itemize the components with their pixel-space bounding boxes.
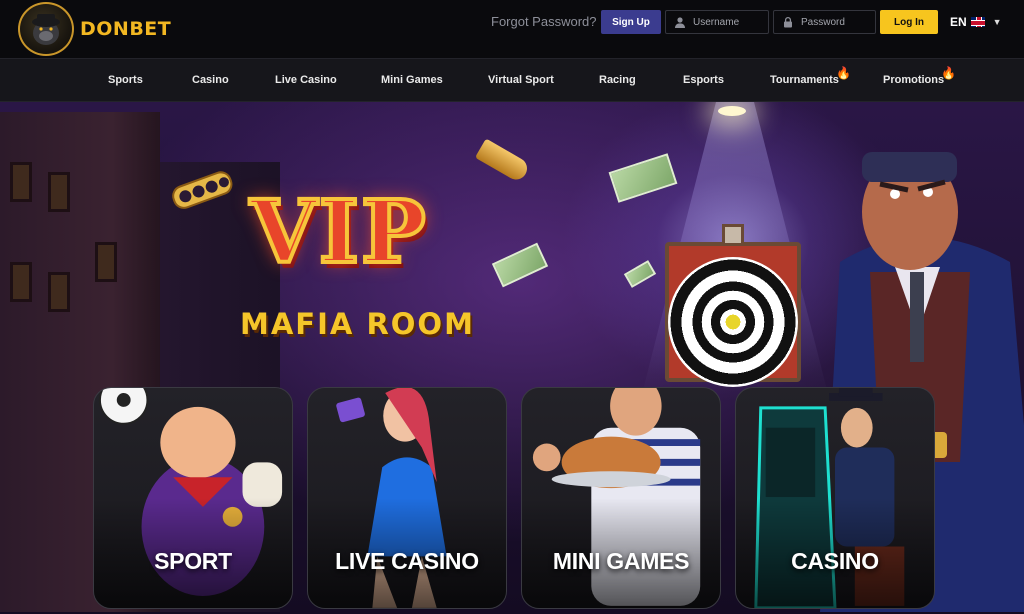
category-label: SPORT [154, 548, 232, 574]
target-icon [722, 224, 744, 246]
nav-item-virtual-sport[interactable]: Virtual Sport [488, 74, 554, 86]
fire-icon: 🔥 [941, 66, 956, 80]
main-nav: Sports Casino Live Casino Mini Games Vir… [0, 58, 1024, 102]
nav-item-casino[interactable]: Casino [192, 74, 229, 86]
money-icon [608, 153, 678, 203]
logo-emblem [18, 2, 74, 56]
fire-icon: 🔥 [836, 66, 851, 80]
gorilla-icon [32, 14, 60, 45]
hero-subtitle: MAFIA ROOM [240, 307, 475, 341]
sign-up-button[interactable]: Sign Up [601, 10, 661, 34]
lamp-icon [718, 106, 746, 116]
nav-item-live-casino[interactable]: Live Casino [275, 74, 337, 86]
dartboard-icon [668, 257, 798, 387]
category-label: LIVE CASINO [335, 548, 479, 574]
nav-item-label: Tournaments [770, 74, 839, 86]
money-icon [623, 260, 657, 288]
nav-item-mini-games[interactable]: Mini Games [381, 74, 443, 86]
password-field[interactable] [773, 10, 876, 34]
nav-item-sports[interactable]: Sports [108, 74, 143, 86]
hero-banner[interactable]: VIP MAFIA ROOM SPORT LIVE CASINO MINI GA… [0, 102, 1024, 614]
nav-item-label: Promotions [883, 74, 945, 86]
category-label: CASINO [791, 548, 879, 574]
language-code: EN [950, 15, 967, 29]
category-card-mini-games[interactable]: MINI GAMES [521, 387, 721, 609]
category-card-sport[interactable]: SPORT [93, 387, 293, 609]
money-icon [491, 242, 549, 288]
username-field[interactable] [665, 10, 769, 34]
bullet-icon [474, 138, 532, 184]
category-card-live-casino[interactable]: LIVE CASINO [307, 387, 507, 609]
log-in-button[interactable]: Log In [880, 10, 938, 34]
logo[interactable]: DONBET [18, 2, 171, 56]
chevron-down-icon: ▼ [992, 17, 1002, 27]
uk-flag-icon [970, 17, 985, 27]
password-input[interactable] [801, 16, 871, 28]
language-selector[interactable]: EN ▼ [950, 15, 1002, 29]
category-label: MINI GAMES [552, 548, 690, 574]
nav-item-esports[interactable]: Esports [683, 74, 724, 86]
forgot-password-link[interactable]: Forgot Password? [491, 14, 597, 29]
brass-knuckles-icon [172, 171, 233, 209]
user-icon [675, 17, 685, 28]
hero-title: VIP [248, 182, 428, 283]
username-input[interactable] [693, 16, 763, 28]
brand-name: DONBET [80, 18, 172, 40]
top-bar: DONBET Forgot Password? Sign Up Log In E… [0, 0, 1024, 58]
nav-item-racing[interactable]: Racing [599, 74, 636, 86]
category-card-casino[interactable]: CASINO [735, 387, 935, 609]
lock-icon [784, 16, 792, 28]
nav-item-tournaments[interactable]: Tournaments 🔥 [770, 66, 851, 86]
nav-item-promotions[interactable]: Promotions 🔥 [883, 66, 956, 86]
